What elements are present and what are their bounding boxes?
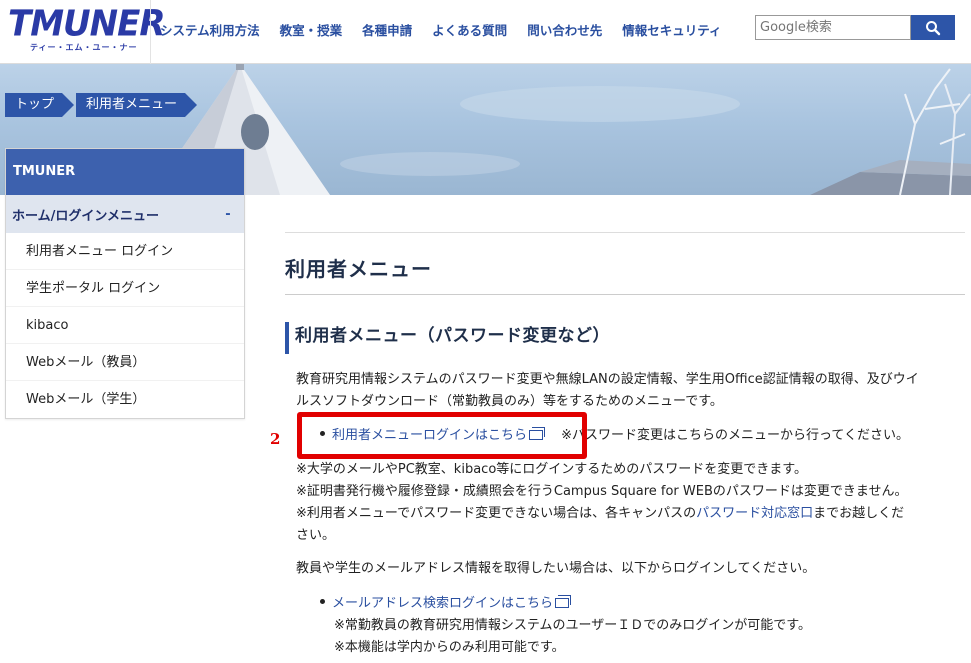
sidebar-section-home-login[interactable]: ホーム/ログインメニュー - (6, 195, 244, 233)
breadcrumb-current: 利用者メニュー (76, 93, 198, 117)
sidebar: TMUNER ホーム/ログインメニュー - 利用者メニュー ログイン 学生ポータ… (5, 148, 245, 419)
search-input[interactable] (755, 15, 911, 40)
search-icon (926, 20, 941, 35)
sidebar-item-user-menu-login[interactable]: 利用者メニュー ログイン (6, 233, 244, 270)
mail-search-login-link[interactable]: メールアドレス検索ログインはこちら (332, 596, 553, 611)
notes-block: ※大学のメールやPC教室、kibaco等にログインするためのパスワードを変更でき… (296, 459, 966, 547)
nav-security[interactable]: 情報セキュリティ (622, 20, 721, 39)
search-button[interactable] (911, 15, 955, 40)
sidebar-item-kibaco[interactable]: kibaco (6, 307, 244, 344)
nav-faq[interactable]: よくある質問 (432, 20, 507, 39)
breadcrumb-home[interactable]: トップ (5, 93, 75, 117)
sidebar-section-label: ホーム/ログインメニュー (12, 208, 159, 224)
bullet (320, 599, 325, 604)
nav-contact[interactable]: 問い合わせ先 (527, 20, 602, 39)
nav-classroom[interactable]: 教室・授業 (280, 20, 343, 39)
sidebar-item-webmail-faculty[interactable]: Webメール（教員） (6, 344, 244, 381)
note-password-desk-cont: さい。 (296, 528, 336, 543)
note-campus-square: ※証明書発行機や履修登録・成績照会を行うCampus Square for WE… (296, 484, 908, 499)
title-divider (285, 294, 965, 295)
nav-applications[interactable]: 各種申請 (362, 20, 412, 39)
page-title: 利用者メニュー (285, 257, 432, 281)
section-title: 利用者メニュー（パスワード変更など） (285, 322, 610, 354)
mail-note-faculty-only: ※常勤教員の教育研究用情報システムのユーザーＩＤでのみログインが可能です。 (334, 618, 811, 633)
collapse-toggle[interactable]: - (218, 207, 238, 222)
mail-intro: 教員や学生のメールアドレス情報を取得したい場合は、以下からログインしてください。 (296, 561, 816, 576)
header-divider (150, 0, 151, 64)
intro-text: 教育研究用情報システムのパスワード変更や無線LANの設定情報、学生用Office… (296, 369, 966, 413)
page-title-block: 利用者メニュー (285, 232, 965, 282)
site-header: TMUNER ティー・エム・ユー・ナー システム利用方法 教室・授業 各種申請 … (0, 0, 971, 64)
intro-line-2: ルスソフトダウンロード（常勤教員のみ）等をするためのメニューです。 (296, 394, 723, 409)
sidebar-title[interactable]: TMUNER (6, 149, 244, 195)
note-password-desk: ※利用者メニューでパスワード変更できない場合は、各キャンパスのパスワード対応窓口… (296, 506, 905, 521)
nav-system-usage[interactable]: システム利用方法 (160, 20, 260, 39)
sidebar-item-webmail-student[interactable]: Webメール（学生） (6, 381, 244, 418)
sidebar-item-student-portal-login[interactable]: 学生ポータル ログイン (6, 270, 244, 307)
search-form (755, 15, 955, 40)
global-nav: システム利用方法 教室・授業 各種申請 よくある質問 問い合わせ先 情報セキュリ… (160, 20, 741, 39)
password-desk-link[interactable]: パスワード対応窓口 (696, 506, 813, 521)
mail-note-campus-only: ※本機能は学内からのみ利用可能です。 (334, 640, 565, 655)
site-logo[interactable]: TMUNER ティー・エム・ユー・ナー (8, 3, 166, 58)
note-password-scope: ※大学のメールやPC教室、kibaco等にログインするためのパスワードを変更でき… (296, 462, 807, 477)
breadcrumb: トップ 利用者メニュー (5, 93, 199, 117)
external-window-icon (555, 595, 572, 608)
login-note: ※パスワード変更はこちらのメニューから行ってください。 (561, 428, 910, 443)
mail-list-item: メールアドレス検索ログインはこちら ※常勤教員の教育研究用情報システムのユーザー… (320, 593, 970, 659)
intro-line-1: 教育研究用情報システムのパスワード変更や無線LANの設定情報、学生用Office… (296, 372, 919, 387)
logo-text: TMUNER (8, 3, 166, 46)
highlight-annotation-box (297, 412, 587, 459)
step-number-annotation: 2 (270, 430, 281, 448)
